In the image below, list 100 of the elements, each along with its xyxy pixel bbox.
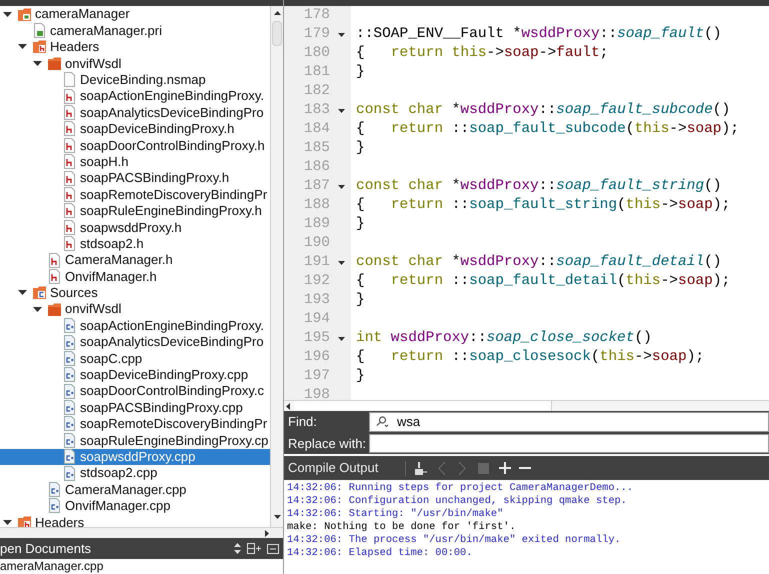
line-number: 191 <box>302 252 330 272</box>
tree-item[interactable]: cameraManager.pri <box>0 22 270 39</box>
tree-item[interactable]: soapPACSBindingProxy.cpp <box>0 399 270 416</box>
tree-item[interactable]: soapH.h <box>0 154 270 170</box>
tree-item[interactable]: OnvifManager.h <box>0 268 270 285</box>
tree-item[interactable]: stdsoap2.cpp <box>0 464 270 482</box>
split-icon[interactable] <box>247 543 261 554</box>
header-file-icon <box>63 105 77 120</box>
cpp-file-icon <box>63 334 77 350</box>
fold-arrow-icon[interactable] <box>338 260 345 264</box>
line-number: 190 <box>302 234 330 253</box>
cpp-file-icon <box>63 367 77 382</box>
cpp-file-icon <box>63 416 77 432</box>
tree-item[interactable]: soapDeviceBindingProxy.h <box>0 120 270 138</box>
header-file-icon <box>63 220 77 235</box>
tree-item[interactable]: soapRuleEngineBindingProxy.h <box>0 202 270 220</box>
tree-item[interactable]: onvifWsdl <box>0 55 270 72</box>
code-line: } <box>356 138 365 158</box>
tree-item[interactable]: soapPACSBindingProxy.h <box>0 170 270 186</box>
scroll-up-icon[interactable] <box>274 11 281 15</box>
tree-item[interactable]: soapwsddProxy.h <box>0 219 270 236</box>
find-field[interactable]: wsa <box>369 412 769 432</box>
tree-item[interactable]: soapC.cpp <box>0 350 270 367</box>
header-file-icon <box>63 170 77 186</box>
folder-icon <box>18 514 32 527</box>
line-number: 196 <box>302 348 330 367</box>
cpp-file-icon <box>63 318 77 334</box>
tree-item[interactable]: soapDoorControlBindingProxy.c <box>0 382 270 400</box>
cpp-file-icon <box>63 466 77 481</box>
line-number: 184 <box>302 120 330 139</box>
tree-item[interactable]: CameraManager.h <box>0 252 270 268</box>
code-line: { return ::soap_closesock(this->soap); <box>356 348 704 367</box>
code-line: } <box>356 290 365 310</box>
tree-item[interactable]: soapRemoteDiscoveryBindingPr <box>0 186 270 203</box>
expand-arrow-icon[interactable] <box>3 518 12 527</box>
tree-item[interactable]: OnvifManager.cpp <box>0 498 270 514</box>
expand-arrow-icon[interactable] <box>3 10 12 19</box>
document-item[interactable]: ameraManager.cpp <box>0 559 283 573</box>
header-file-icon <box>63 154 77 170</box>
fold-arrow-icon[interactable] <box>338 336 345 340</box>
horizontal-scrollbar[interactable] <box>284 400 769 411</box>
tree-item[interactable]: soapActionEngineBindingProxy. <box>0 317 270 334</box>
folder-icon <box>48 56 62 71</box>
tree-item[interactable]: soapRemoteDiscoveryBindingPr <box>0 416 270 432</box>
scrollbar-thumb[interactable] <box>294 401 552 411</box>
tree-item[interactable]: DeviceBinding.nsmap <box>0 72 270 88</box>
output-line: 14:32:06: Starting: "/usr/bin/make" <box>287 508 504 521</box>
cpp-file-icon <box>48 482 62 498</box>
tree-item[interactable]: soapDeviceBindingProxy.cpp <box>0 366 270 383</box>
output-line: 14:32:06: Running steps for project CameraManagerDemo... <box>287 482 634 495</box>
tree-item[interactable]: soapAnalyticsDeviceBindingPro <box>0 104 270 121</box>
code-line: } <box>356 62 365 82</box>
scrollbar-thumb[interactable] <box>272 21 282 46</box>
line-number: 193 <box>302 290 330 310</box>
fold-arrow-icon[interactable] <box>338 32 345 36</box>
replace-field[interactable] <box>369 434 769 453</box>
scroll-left-icon[interactable] <box>286 402 290 410</box>
code-line: { return ::soap_fault_subcode(this->soap); <box>356 120 739 139</box>
fold-arrow-icon[interactable] <box>338 184 345 188</box>
scroll-down-icon[interactable] <box>274 515 281 519</box>
tree-item[interactable]: Sources <box>0 284 270 302</box>
header-file-icon <box>48 268 62 284</box>
plus-icon[interactable] <box>499 462 511 474</box>
tree-item[interactable]: onvifWsdl <box>0 301 270 318</box>
line-number: 192 <box>302 272 330 291</box>
folder-icon <box>48 302 62 317</box>
replace-label: Replace with: <box>287 434 368 453</box>
tree-item[interactable]: CameraManager.cpp <box>0 481 270 498</box>
code-line: const char *wsddProxy::soap_fault_string() <box>356 176 722 196</box>
clear-icon[interactable] <box>414 462 428 474</box>
tree-item[interactable]: soapwsddProxy.cpp <box>0 448 270 465</box>
line-number: 197 <box>302 366 330 386</box>
tree-item[interactable]: cameraManager <box>0 6 270 22</box>
code-line: const char *wsddProxy::soap_fault_subcode() <box>356 100 730 120</box>
fold-arrow-icon[interactable] <box>338 108 345 112</box>
tree-item[interactable]: soapDoorControlBindingProxy.h <box>0 137 270 154</box>
sort-arrows-icon[interactable] <box>234 543 241 554</box>
tree-item[interactable]: stdsoap2.h <box>0 235 270 252</box>
output-line: 14:32:06: Configuration unchanged, skipping qmake step. <box>287 495 628 508</box>
close-pane-icon[interactable] <box>267 544 279 554</box>
find-value: wsa <box>397 412 420 431</box>
find-label: Find: <box>287 412 318 431</box>
code-line: } <box>356 214 365 234</box>
line-number: 183 <box>302 100 330 120</box>
line-number: 186 <box>302 158 330 177</box>
tree-item[interactable]: soapRuleEngineBindingProxy.cp <box>0 432 270 449</box>
line-number: 189 <box>302 214 330 234</box>
search-icon[interactable] <box>375 416 389 427</box>
header-file-icon <box>48 252 62 268</box>
vertical-scrollbar[interactable] <box>270 6 283 527</box>
scroll-right-icon[interactable] <box>265 530 269 536</box>
code-line: { return this->soap->fault; <box>356 44 608 63</box>
code-line: { return ::soap_fault_string(this->soap); <box>356 196 730 215</box>
pane-title: Compile Output <box>287 459 380 478</box>
tree-item[interactable]: soapAnalyticsDeviceBindingPro <box>0 334 270 350</box>
horizontal-scrollbar[interactable] <box>0 527 283 538</box>
header-file-icon <box>63 236 77 252</box>
tree-item[interactable]: soapActionEngineBindingProxy. <box>0 88 270 104</box>
tree-item[interactable]: Headers <box>0 38 270 56</box>
code-line: } <box>356 366 365 386</box>
